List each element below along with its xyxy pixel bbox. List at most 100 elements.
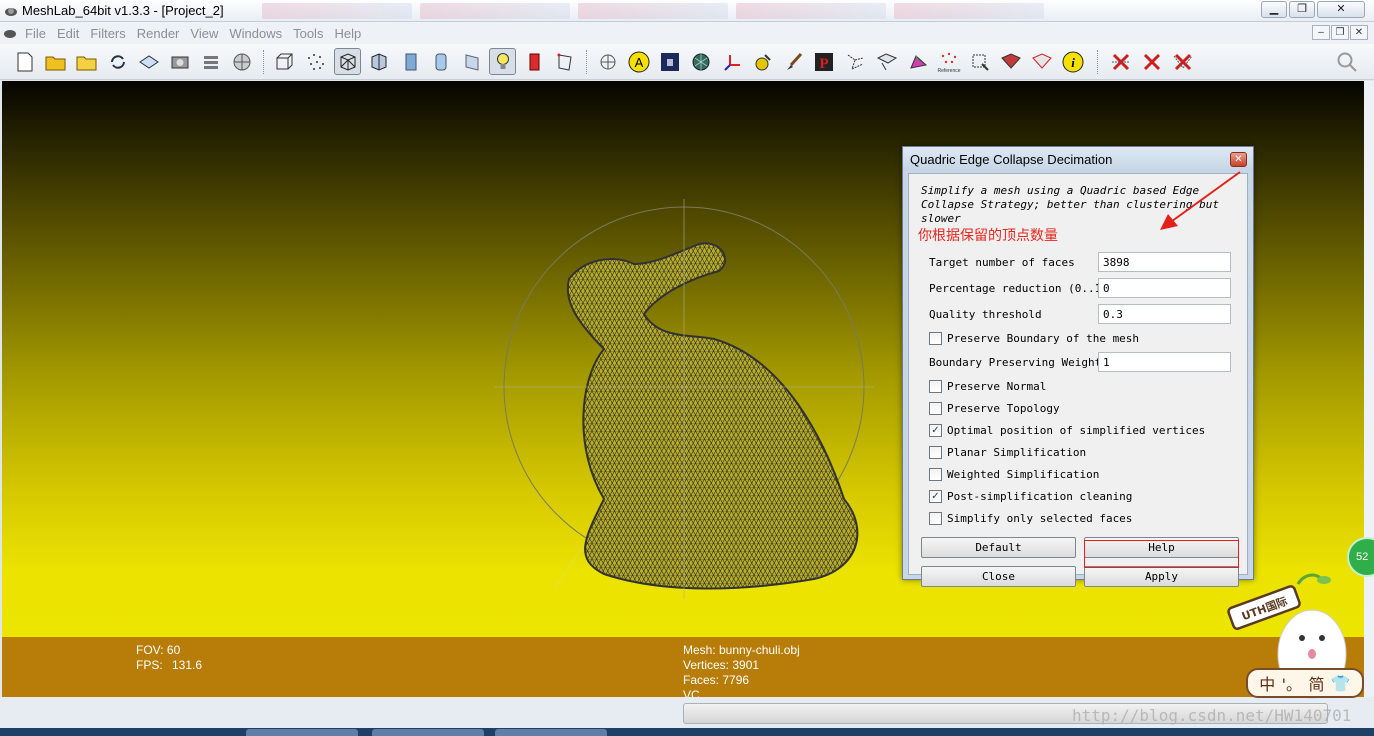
open-mesh-icon[interactable] <box>73 48 100 75</box>
percentage-reduction-label: Percentage reduction (0..1) <box>929 282 1108 295</box>
close-window-button[interactable]: ✕ <box>1317 1 1365 18</box>
texture-icon[interactable] <box>458 48 485 75</box>
close-button[interactable]: Close <box>921 566 1076 587</box>
maximize-window-button[interactable]: ❐ <box>1289 1 1315 18</box>
manipulator-icon[interactable] <box>873 48 900 75</box>
brush-icon[interactable] <box>780 48 807 75</box>
menu-edit[interactable]: Edit <box>54 26 87 41</box>
points-icon[interactable] <box>302 48 329 75</box>
menu-render[interactable]: Render <box>134 26 188 41</box>
menu-file[interactable]: File <box>22 26 54 41</box>
smooth-icon[interactable] <box>427 48 454 75</box>
wireframe-icon[interactable] <box>334 48 361 75</box>
bbox-icon[interactable] <box>270 48 297 75</box>
mdi-minimize-button[interactable]: – <box>1312 25 1330 40</box>
ime-toolbar[interactable]: 中 '。 简 👕 <box>1246 668 1364 698</box>
ime-chinese-toggle[interactable]: 中 <box>1259 671 1275 695</box>
reference-icon[interactable]: Reference <box>935 48 962 75</box>
meshlab-app-icon <box>5 8 17 16</box>
apply-button[interactable]: Apply <box>1084 566 1239 587</box>
menu-help[interactable]: Help <box>331 26 369 41</box>
post-cleaning-checkbox[interactable]: ✓ <box>929 490 942 503</box>
annotation-icon[interactable]: A <box>625 48 652 75</box>
main-toolbar: A P Reference i <box>0 44 1374 80</box>
default-button[interactable]: Default <box>921 537 1076 558</box>
reload-icon[interactable] <box>104 48 131 75</box>
fps-label: FPS: <box>136 658 163 672</box>
ghost-tab <box>894 3 1044 19</box>
menu-list: File Edit Filters Render View Windows To… <box>22 26 369 41</box>
ime-skin-icon[interactable]: 👕 <box>1331 674 1351 693</box>
delete-selection-icon[interactable] <box>1169 48 1196 75</box>
selected-faces-checkbox[interactable] <box>929 512 942 525</box>
menu-filters[interactable]: Filters <box>87 26 133 41</box>
annotation-text: 你根据保留的顶点数量 <box>918 228 1058 244</box>
flat-icon[interactable] <box>397 48 424 75</box>
ghost-tab <box>578 3 728 19</box>
faces-count-text: Faces: 7796 <box>683 673 750 687</box>
quality-threshold-input[interactable] <box>1098 304 1231 324</box>
toolbar-separator <box>1097 50 1099 74</box>
preserve-topology-label: Preserve Topology <box>947 402 1060 415</box>
mdi-close-button[interactable]: ✕ <box>1350 25 1368 40</box>
weighted-simplification-checkbox[interactable] <box>929 468 942 481</box>
mdi-restore-button[interactable]: ❐ <box>1331 25 1349 40</box>
meshlab-menu-icon <box>4 30 16 38</box>
preserve-normal-checkbox[interactable] <box>929 380 942 393</box>
select-vertices-icon[interactable] <box>1028 48 1055 75</box>
menu-view[interactable]: View <box>187 26 226 41</box>
dialog-close-icon[interactable]: ✕ <box>1230 152 1247 167</box>
bunny-wireframe-mesh[interactable] <box>484 199 884 599</box>
delete-faces-icon[interactable] <box>1107 48 1134 75</box>
toolbar-separator <box>263 50 265 74</box>
light-icon[interactable] <box>489 48 516 75</box>
taskbar-item[interactable] <box>495 729 607 736</box>
percentage-reduction-input[interactable] <box>1098 278 1231 298</box>
delete-vertices-icon[interactable] <box>1138 48 1165 75</box>
taskbar-item[interactable] <box>372 729 484 736</box>
selected-faces-label: Simplify only selected faces <box>947 512 1133 525</box>
sphere-sample-icon[interactable] <box>687 48 714 75</box>
sphere-icon[interactable] <box>228 48 255 75</box>
paint-icon[interactable] <box>749 48 776 75</box>
search-icon[interactable] <box>1333 48 1360 75</box>
save-icon[interactable] <box>135 48 162 75</box>
ime-simplified-toggle[interactable]: 简 <box>1308 671 1324 695</box>
target-faces-input[interactable] <box>1098 252 1231 272</box>
pick-points-icon[interactable]: P <box>811 48 838 75</box>
open-project-icon[interactable] <box>42 48 69 75</box>
new-project-icon[interactable] <box>11 48 38 75</box>
planar-simplification-checkbox[interactable] <box>929 446 942 459</box>
preserve-boundary-label: Preserve Boundary of the mesh <box>947 332 1140 345</box>
georef-icon[interactable] <box>656 48 683 75</box>
preserve-topology-checkbox[interactable] <box>929 402 942 415</box>
color-paint-icon[interactable] <box>904 48 931 75</box>
background-tabs <box>262 3 1044 19</box>
hidden-lines-icon[interactable] <box>365 48 392 75</box>
info-icon[interactable]: i <box>1059 48 1086 75</box>
menu-tools[interactable]: Tools <box>290 26 331 41</box>
select-connected-icon[interactable] <box>997 48 1024 75</box>
axes-icon[interactable] <box>718 48 745 75</box>
preserve-boundary-checkbox[interactable] <box>929 332 942 345</box>
ime-punctuation-toggle[interactable]: '。 <box>1282 671 1302 695</box>
color-icon[interactable] <box>520 48 547 75</box>
mesh-name-text: Mesh: bunny-chuli.obj <box>683 643 800 657</box>
select-faces-icon[interactable] <box>966 48 993 75</box>
menu-windows[interactable]: Windows <box>226 26 290 41</box>
taskbar-item[interactable] <box>246 729 358 736</box>
os-taskbar <box>0 728 1374 736</box>
toolbar-separator <box>586 50 588 74</box>
optimal-position-checkbox[interactable]: ✓ <box>929 424 942 437</box>
align-icon[interactable] <box>842 48 869 75</box>
fps-value: 131.6 <box>172 658 203 672</box>
select-vertex-icon[interactable] <box>551 48 578 75</box>
svg-text:A: A <box>634 55 643 70</box>
measure-icon[interactable] <box>594 48 621 75</box>
snapshot-icon[interactable] <box>166 48 193 75</box>
weighted-simplification-label: Weighted Simplification <box>947 468 1100 481</box>
boundary-weight-input[interactable] <box>1098 352 1231 372</box>
post-cleaning-label: Post-simplification cleaning <box>947 490 1133 503</box>
layers-icon[interactable] <box>197 48 224 75</box>
minimize-window-button[interactable]: ▁ <box>1261 1 1287 18</box>
